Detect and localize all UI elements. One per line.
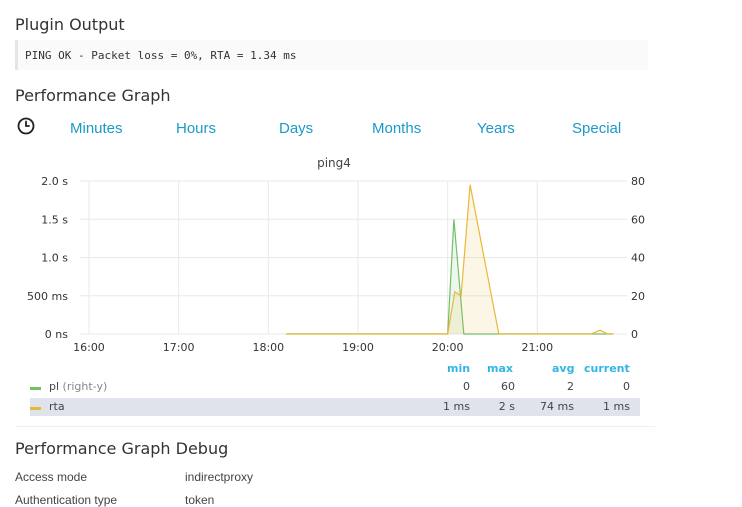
- x-tick-label: 17:00: [163, 341, 195, 354]
- y-left-tick-label: 500 ms: [27, 290, 68, 303]
- legend-header-avg[interactable]: avg: [552, 362, 574, 375]
- legend-avg-value: 74 ms: [540, 400, 574, 413]
- legend-series-name: pl (right-y): [49, 380, 108, 393]
- legend-swatch-rta: [30, 407, 41, 410]
- legend-header-current[interactable]: current: [584, 362, 630, 375]
- x-tick-label: 18:00: [252, 341, 284, 354]
- legend-header-max[interactable]: max: [487, 362, 513, 375]
- ping4-chart[interactable]: ping4 0 ns 0 500 ms 20 1.0 s 40 1.5 s 60 2.0 s 80…: [0, 0, 742, 360]
- y-right-tick-label: 0: [631, 328, 638, 341]
- series-area-pl: [286, 219, 614, 334]
- x-tick-label: 16:00: [73, 341, 105, 354]
- debug-auth-type-label: Authentication type: [15, 493, 118, 507]
- debug-access-mode-label: Access mode: [15, 470, 88, 484]
- x-tick-label: 21:00: [521, 341, 553, 354]
- legend-current-value: 1 ms: [603, 400, 630, 413]
- legend-row-pl[interactable]: pl (right-y) 0 60 2 0: [30, 378, 640, 396]
- debug-title: Performance Graph Debug: [15, 439, 229, 458]
- y-left-tick-label: 1.0 s: [41, 252, 68, 265]
- y-right-tick-label: 60: [631, 213, 645, 226]
- legend-avg-value: 2: [567, 380, 574, 393]
- legend-series-name: rta: [49, 400, 65, 413]
- y-right-tick-label: 20: [631, 290, 645, 303]
- legend-min-value: 1 ms: [443, 400, 470, 413]
- x-tick-label: 19:00: [342, 341, 374, 354]
- y-left-tick-label: 1.5 s: [41, 213, 68, 226]
- legend-swatch-pl: [30, 387, 41, 390]
- legend-current-value: 0: [623, 380, 630, 393]
- chart-title: ping4: [317, 156, 351, 170]
- legend-max-value: 60: [501, 380, 515, 393]
- y-left-tick-label: 0 ns: [45, 328, 68, 341]
- y-left-tick-label: 2.0 s: [41, 175, 68, 188]
- debug-access-mode-value: indirectproxy: [185, 470, 254, 484]
- y-right-tick-label: 40: [631, 252, 645, 265]
- legend-max-value: 2 s: [498, 400, 515, 413]
- y-right-tick-label: 80: [631, 175, 645, 188]
- legend-header-min[interactable]: min: [447, 362, 470, 375]
- x-tick-label: 20:00: [432, 341, 464, 354]
- debug-auth-type-value: token: [185, 493, 215, 507]
- legend-row-rta[interactable]: rta 1 ms 2 s 74 ms 1 ms: [30, 398, 640, 416]
- legend-min-value: 0: [463, 380, 470, 393]
